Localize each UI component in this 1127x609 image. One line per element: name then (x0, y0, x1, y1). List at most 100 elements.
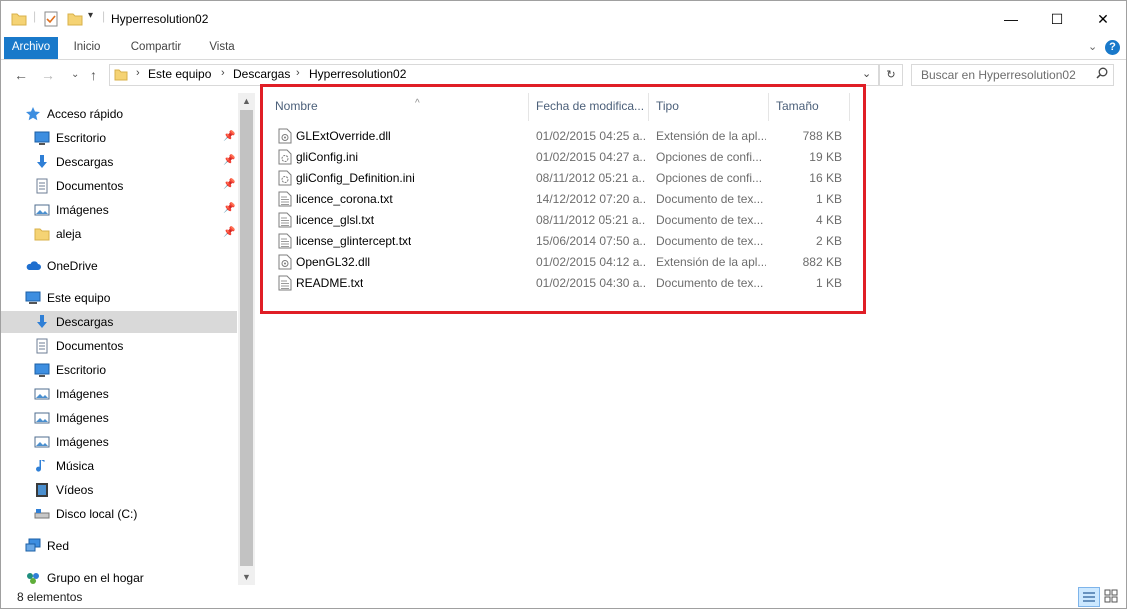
address-dropdown-button[interactable]: ⌄ (862, 67, 871, 80)
tab-vista[interactable]: Vista (198, 37, 246, 59)
sidebar-item-label: aleja (56, 227, 82, 241)
highlight-box (260, 84, 866, 314)
close-button[interactable]: ✕ (1080, 1, 1126, 37)
minimize-button[interactable]: — (988, 1, 1034, 37)
sidebar-item[interactable]: Escritorio (1, 359, 238, 381)
pin-icon: 📌 (223, 131, 236, 142)
pictures-icon (34, 410, 50, 426)
explorer-window: | ▾ | Hyperresolution02 — ☐ ✕ Archivo In… (0, 0, 1127, 609)
breadcrumb-hyperresolution02[interactable]: Hyperresolution02 (309, 67, 406, 81)
desktop-icon (34, 362, 50, 378)
folder-icon (34, 226, 50, 242)
large-icons-view-button[interactable] (1101, 587, 1121, 605)
desktop-icon (34, 130, 50, 146)
search-icon[interactable] (1096, 67, 1108, 79)
tab-compartir[interactable]: Compartir (121, 37, 191, 59)
sidebar-item[interactable]: Vídeos (1, 479, 238, 501)
details-view-button[interactable] (1078, 587, 1100, 607)
up-button[interactable]: ↑ (90, 67, 97, 83)
cloud-icon (25, 258, 41, 274)
refresh-button[interactable]: ↻ (879, 64, 903, 86)
address-bar[interactable]: › Este equipo › Descargas › Hyperresolut… (109, 64, 879, 86)
sidebar-item[interactable]: Imágenes (1, 407, 238, 429)
sidebar-item[interactable]: Acceso rápido (1, 103, 238, 125)
pin-icon: 📌 (223, 155, 236, 166)
forward-button[interactable]: → (41, 67, 55, 83)
sidebar-item-label: OneDrive (47, 259, 98, 273)
network-icon (25, 538, 41, 554)
sidebar-item-label: Imágenes (56, 203, 109, 217)
sidebar-item[interactable]: Documentos 📌 (1, 175, 238, 197)
search-input[interactable]: Buscar en Hyperresolution02 (921, 68, 1076, 82)
pin-icon: 📌 (223, 203, 236, 214)
sidebar-item-label: Música (56, 459, 95, 473)
pin-icon: 📌 (223, 227, 236, 238)
sidebar-item[interactable]: Red (1, 535, 238, 557)
folder-icon (114, 69, 128, 81)
sidebar-item[interactable]: Imágenes (1, 383, 238, 405)
sidebar-item-label: Grupo en el hogar (47, 571, 144, 585)
sidebar-item[interactable]: OneDrive (1, 255, 238, 277)
video-icon (34, 482, 50, 498)
nav-scrollbar[interactable]: ▲ ▼ (238, 93, 255, 585)
search-box[interactable]: Buscar en Hyperresolution02 (911, 64, 1114, 86)
recent-locations-button[interactable]: ⌄ (71, 69, 79, 80)
sidebar-item[interactable]: Descargas (1, 311, 237, 333)
sidebar-item-label: Disco local (C:) (56, 507, 138, 521)
details-view-icon (1083, 592, 1095, 602)
sidebar-item-label: Vídeos (56, 483, 94, 497)
sidebar-item-label: Imágenes (56, 435, 109, 449)
download-icon (34, 154, 50, 170)
pictures-icon (34, 202, 50, 218)
back-button[interactable]: ← (14, 67, 28, 83)
sidebar-item[interactable]: Descargas 📌 (1, 151, 238, 173)
window-title: Hyperresolution02 (111, 12, 209, 26)
pin-icon: 📌 (223, 179, 236, 190)
sidebar-item[interactable]: Este equipo (1, 287, 238, 309)
maximize-button[interactable]: ☐ (1034, 1, 1080, 37)
document-icon (34, 338, 50, 354)
tab-inicio[interactable]: Inicio (63, 37, 111, 59)
tab-archivo[interactable]: Archivo (4, 37, 58, 59)
star-icon (25, 106, 41, 122)
title-bar: | ▾ | Hyperresolution02 — ☐ ✕ (1, 1, 1126, 37)
expand-ribbon-button[interactable]: ⌄ (1088, 40, 1097, 53)
sidebar-item-label: Documentos (56, 179, 124, 193)
customize-quick-access-icon[interactable]: ▾ (88, 10, 93, 28)
sidebar-item-label: Imágenes (56, 411, 109, 425)
item-count: 8 elementos (17, 590, 83, 604)
sidebar-item-label: Descargas (56, 315, 114, 329)
sidebar-item[interactable]: Documentos (1, 335, 238, 357)
breadcrumb-separator: › (136, 67, 140, 79)
document-icon (34, 178, 50, 194)
scrollbar-thumb[interactable] (240, 110, 253, 566)
help-button[interactable]: ? (1105, 40, 1120, 55)
sidebar-item[interactable]: aleja 📌 (1, 223, 238, 245)
sidebar-item-label: Documentos (56, 339, 124, 353)
properties-icon[interactable] (43, 11, 59, 29)
sidebar-item-label: Escritorio (56, 131, 107, 145)
sidebar-item[interactable]: Escritorio 📌 (1, 127, 238, 149)
sidebar-item[interactable]: Imágenes 📌 (1, 199, 238, 221)
toolbar-divider: | (102, 9, 106, 23)
scroll-up-arrow[interactable]: ▲ (238, 93, 255, 109)
sidebar-item[interactable]: Disco local (C:) (1, 503, 238, 525)
sidebar-item-label: Escritorio (56, 363, 107, 377)
breadcrumb-separator: › (221, 67, 225, 79)
sidebar-item-label: Este equipo (47, 291, 111, 305)
new-folder-icon[interactable] (67, 11, 83, 29)
scroll-down-arrow[interactable]: ▼ (238, 569, 255, 585)
breadcrumb-este-equipo[interactable]: Este equipo (148, 67, 211, 81)
drive-icon (34, 506, 50, 522)
sidebar-item[interactable]: Imágenes (1, 431, 238, 453)
sidebar-item[interactable]: Música (1, 455, 238, 477)
sidebar-item-label: Descargas (56, 155, 114, 169)
sidebar-item-label: Imágenes (56, 387, 109, 401)
ribbon-tabs: Archivo Inicio Compartir Vista ⌄ ? (1, 37, 1126, 60)
folder-icon (11, 13, 27, 26)
music-icon (34, 458, 50, 474)
pictures-icon (34, 386, 50, 402)
computer-icon (25, 290, 41, 306)
breadcrumb-descargas[interactable]: Descargas (233, 67, 290, 81)
homegroup-icon (25, 570, 41, 586)
